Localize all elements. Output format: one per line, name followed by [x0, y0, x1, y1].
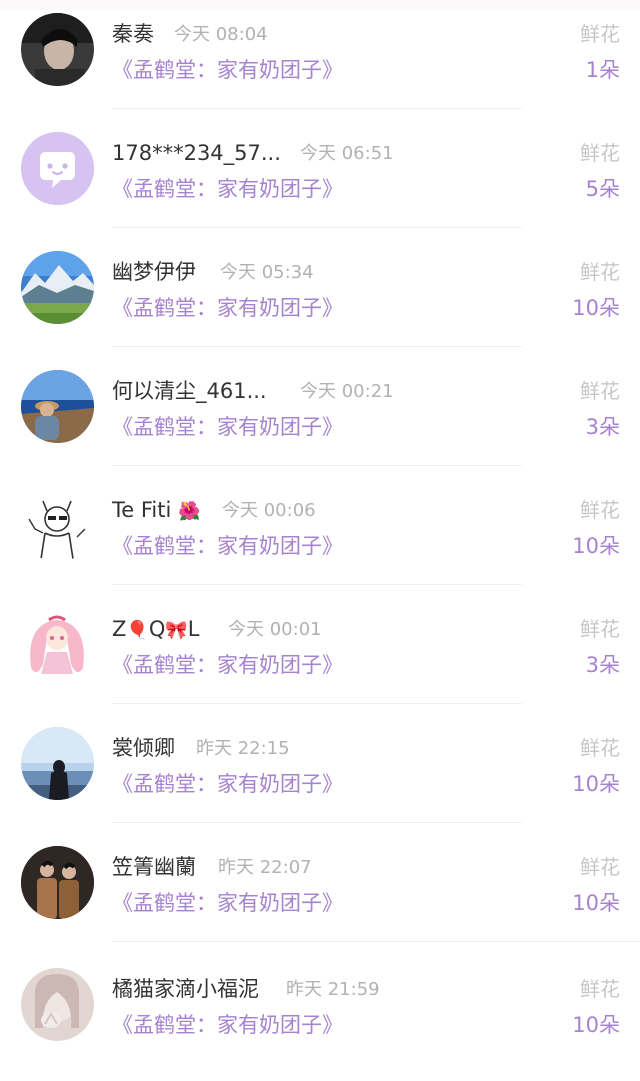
- portrait-photo-icon: [21, 13, 94, 86]
- timestamp: 今天 00:01: [228, 619, 322, 640]
- timestamp: 今天 05:34: [220, 262, 314, 283]
- list-item[interactable]: 幽梦伊伊 今天 05:34 《孟鹤堂：家有奶团子》 鲜花 10朵: [0, 238, 640, 357]
- list-item[interactable]: 秦奏 今天 08:04 《孟鹤堂：家有奶团子》 鲜花 1朵: [0, 0, 640, 119]
- user-name: 何以清尘_461...: [112, 379, 267, 403]
- user-name: 178***234_57...: [112, 141, 281, 165]
- gift-count: 5朵: [585, 177, 620, 201]
- divider: [112, 822, 522, 823]
- gift-count: 3朵: [585, 415, 620, 439]
- gift-type: 鲜花: [580, 977, 620, 1001]
- divider: [112, 227, 522, 228]
- book-title[interactable]: 《孟鹤堂：家有奶团子》: [112, 1013, 343, 1037]
- avatar[interactable]: [21, 727, 94, 800]
- timestamp: 今天 00:06: [222, 500, 316, 521]
- anime-girl-icon: [21, 608, 94, 681]
- book-title[interactable]: 《孟鹤堂：家有奶团子》: [112, 58, 343, 82]
- list-item[interactable]: Te Fiti 🌺 今天 00:06 《孟鹤堂：家有奶团子》 鲜花 10朵: [0, 476, 640, 595]
- book-title[interactable]: 《孟鹤堂：家有奶团子》: [112, 415, 343, 439]
- user-name: 幽梦伊伊: [112, 260, 196, 284]
- two-people-icon: [21, 846, 94, 919]
- balloon-icon: 🎈: [126, 620, 149, 641]
- avatar[interactable]: [21, 608, 94, 681]
- list-item[interactable]: 裳倾卿 昨天 22:15 《孟鹤堂：家有奶团子》 鲜花 10朵: [0, 714, 640, 833]
- mountain-landscape-icon: [21, 251, 94, 324]
- user-name: 橘猫家滴小福泥: [112, 977, 259, 1001]
- gift-type: 鲜花: [580, 22, 620, 46]
- ribbon-icon: 🎀: [165, 620, 188, 641]
- book-title[interactable]: 《孟鹤堂：家有奶团子》: [112, 653, 343, 677]
- gift-count: 10朵: [572, 534, 620, 558]
- list-item[interactable]: 橘猫家滴小福泥 昨天 21:59 《孟鹤堂：家有奶团子》 鲜花 10朵: [0, 952, 640, 1071]
- gift-count: 10朵: [572, 891, 620, 915]
- gift-count: 3朵: [585, 653, 620, 677]
- avatar[interactable]: [21, 968, 94, 1041]
- timestamp: 昨天 22:07: [218, 857, 312, 878]
- timestamp: 昨天 22:15: [196, 738, 290, 759]
- divider: [112, 465, 522, 466]
- gift-type: 鲜花: [580, 855, 620, 879]
- gift-type: 鲜花: [580, 260, 620, 284]
- divider: [112, 941, 640, 942]
- avatar[interactable]: [21, 489, 94, 562]
- divider: [112, 584, 522, 585]
- timestamp: 今天 06:51: [300, 143, 394, 164]
- list-item[interactable]: 178***234_57... 今天 06:51 《孟鹤堂：家有奶团子》 鲜花 …: [0, 119, 640, 238]
- list-item[interactable]: 笠箐幽蘭 昨天 22:07 《孟鹤堂：家有奶团子》 鲜花 10朵: [0, 833, 640, 952]
- sketch-character-icon: [21, 489, 94, 562]
- gift-type: 鲜花: [580, 498, 620, 522]
- user-name: 裳倾卿: [112, 736, 175, 760]
- divider: [112, 703, 522, 704]
- gift-type: 鲜花: [580, 617, 620, 641]
- gift-type: 鲜花: [580, 379, 620, 403]
- gift-count: 10朵: [572, 296, 620, 320]
- gift-type: 鲜花: [580, 141, 620, 165]
- book-title[interactable]: 《孟鹤堂：家有奶团子》: [112, 177, 343, 201]
- gift-count: 10朵: [572, 1013, 620, 1037]
- avatar[interactable]: [21, 13, 94, 86]
- divider: [112, 108, 522, 109]
- user-name: Te Fiti 🌺: [112, 498, 201, 522]
- seaside-photo-icon: [21, 370, 94, 443]
- book-title[interactable]: 《孟鹤堂：家有奶团子》: [112, 534, 343, 558]
- list-item[interactable]: 何以清尘_461... 今天 00:21 《孟鹤堂：家有奶团子》 鲜花 3朵: [0, 357, 640, 476]
- gift-count: 10朵: [572, 772, 620, 796]
- divider: [112, 346, 522, 347]
- list-item[interactable]: Z🎈Q🎀L 今天 00:01 《孟鹤堂：家有奶团子》 鲜花 3朵: [0, 595, 640, 714]
- gift-type: 鲜花: [580, 736, 620, 760]
- avatar[interactable]: [21, 370, 94, 443]
- book-title[interactable]: 《孟鹤堂：家有奶团子》: [112, 891, 343, 915]
- timestamp: 今天 00:21: [300, 381, 394, 402]
- book-title[interactable]: 《孟鹤堂：家有奶团子》: [112, 772, 343, 796]
- user-name: 秦奏: [112, 22, 154, 46]
- chat-bubble-icon: [21, 132, 94, 205]
- sky-silhouette-icon: [21, 727, 94, 800]
- gift-count: 1朵: [585, 58, 620, 82]
- pale-portrait-icon: [21, 968, 94, 1041]
- timestamp: 今天 08:04: [174, 24, 268, 45]
- book-title[interactable]: 《孟鹤堂：家有奶团子》: [112, 296, 343, 320]
- user-name: 笠箐幽蘭: [112, 855, 196, 879]
- user-name: Z🎈Q🎀L: [112, 617, 200, 641]
- hibiscus-icon: 🌺: [178, 501, 201, 522]
- avatar[interactable]: [21, 846, 94, 919]
- timestamp: 昨天 21:59: [286, 979, 380, 1000]
- avatar[interactable]: [21, 251, 94, 324]
- avatar[interactable]: [21, 132, 94, 205]
